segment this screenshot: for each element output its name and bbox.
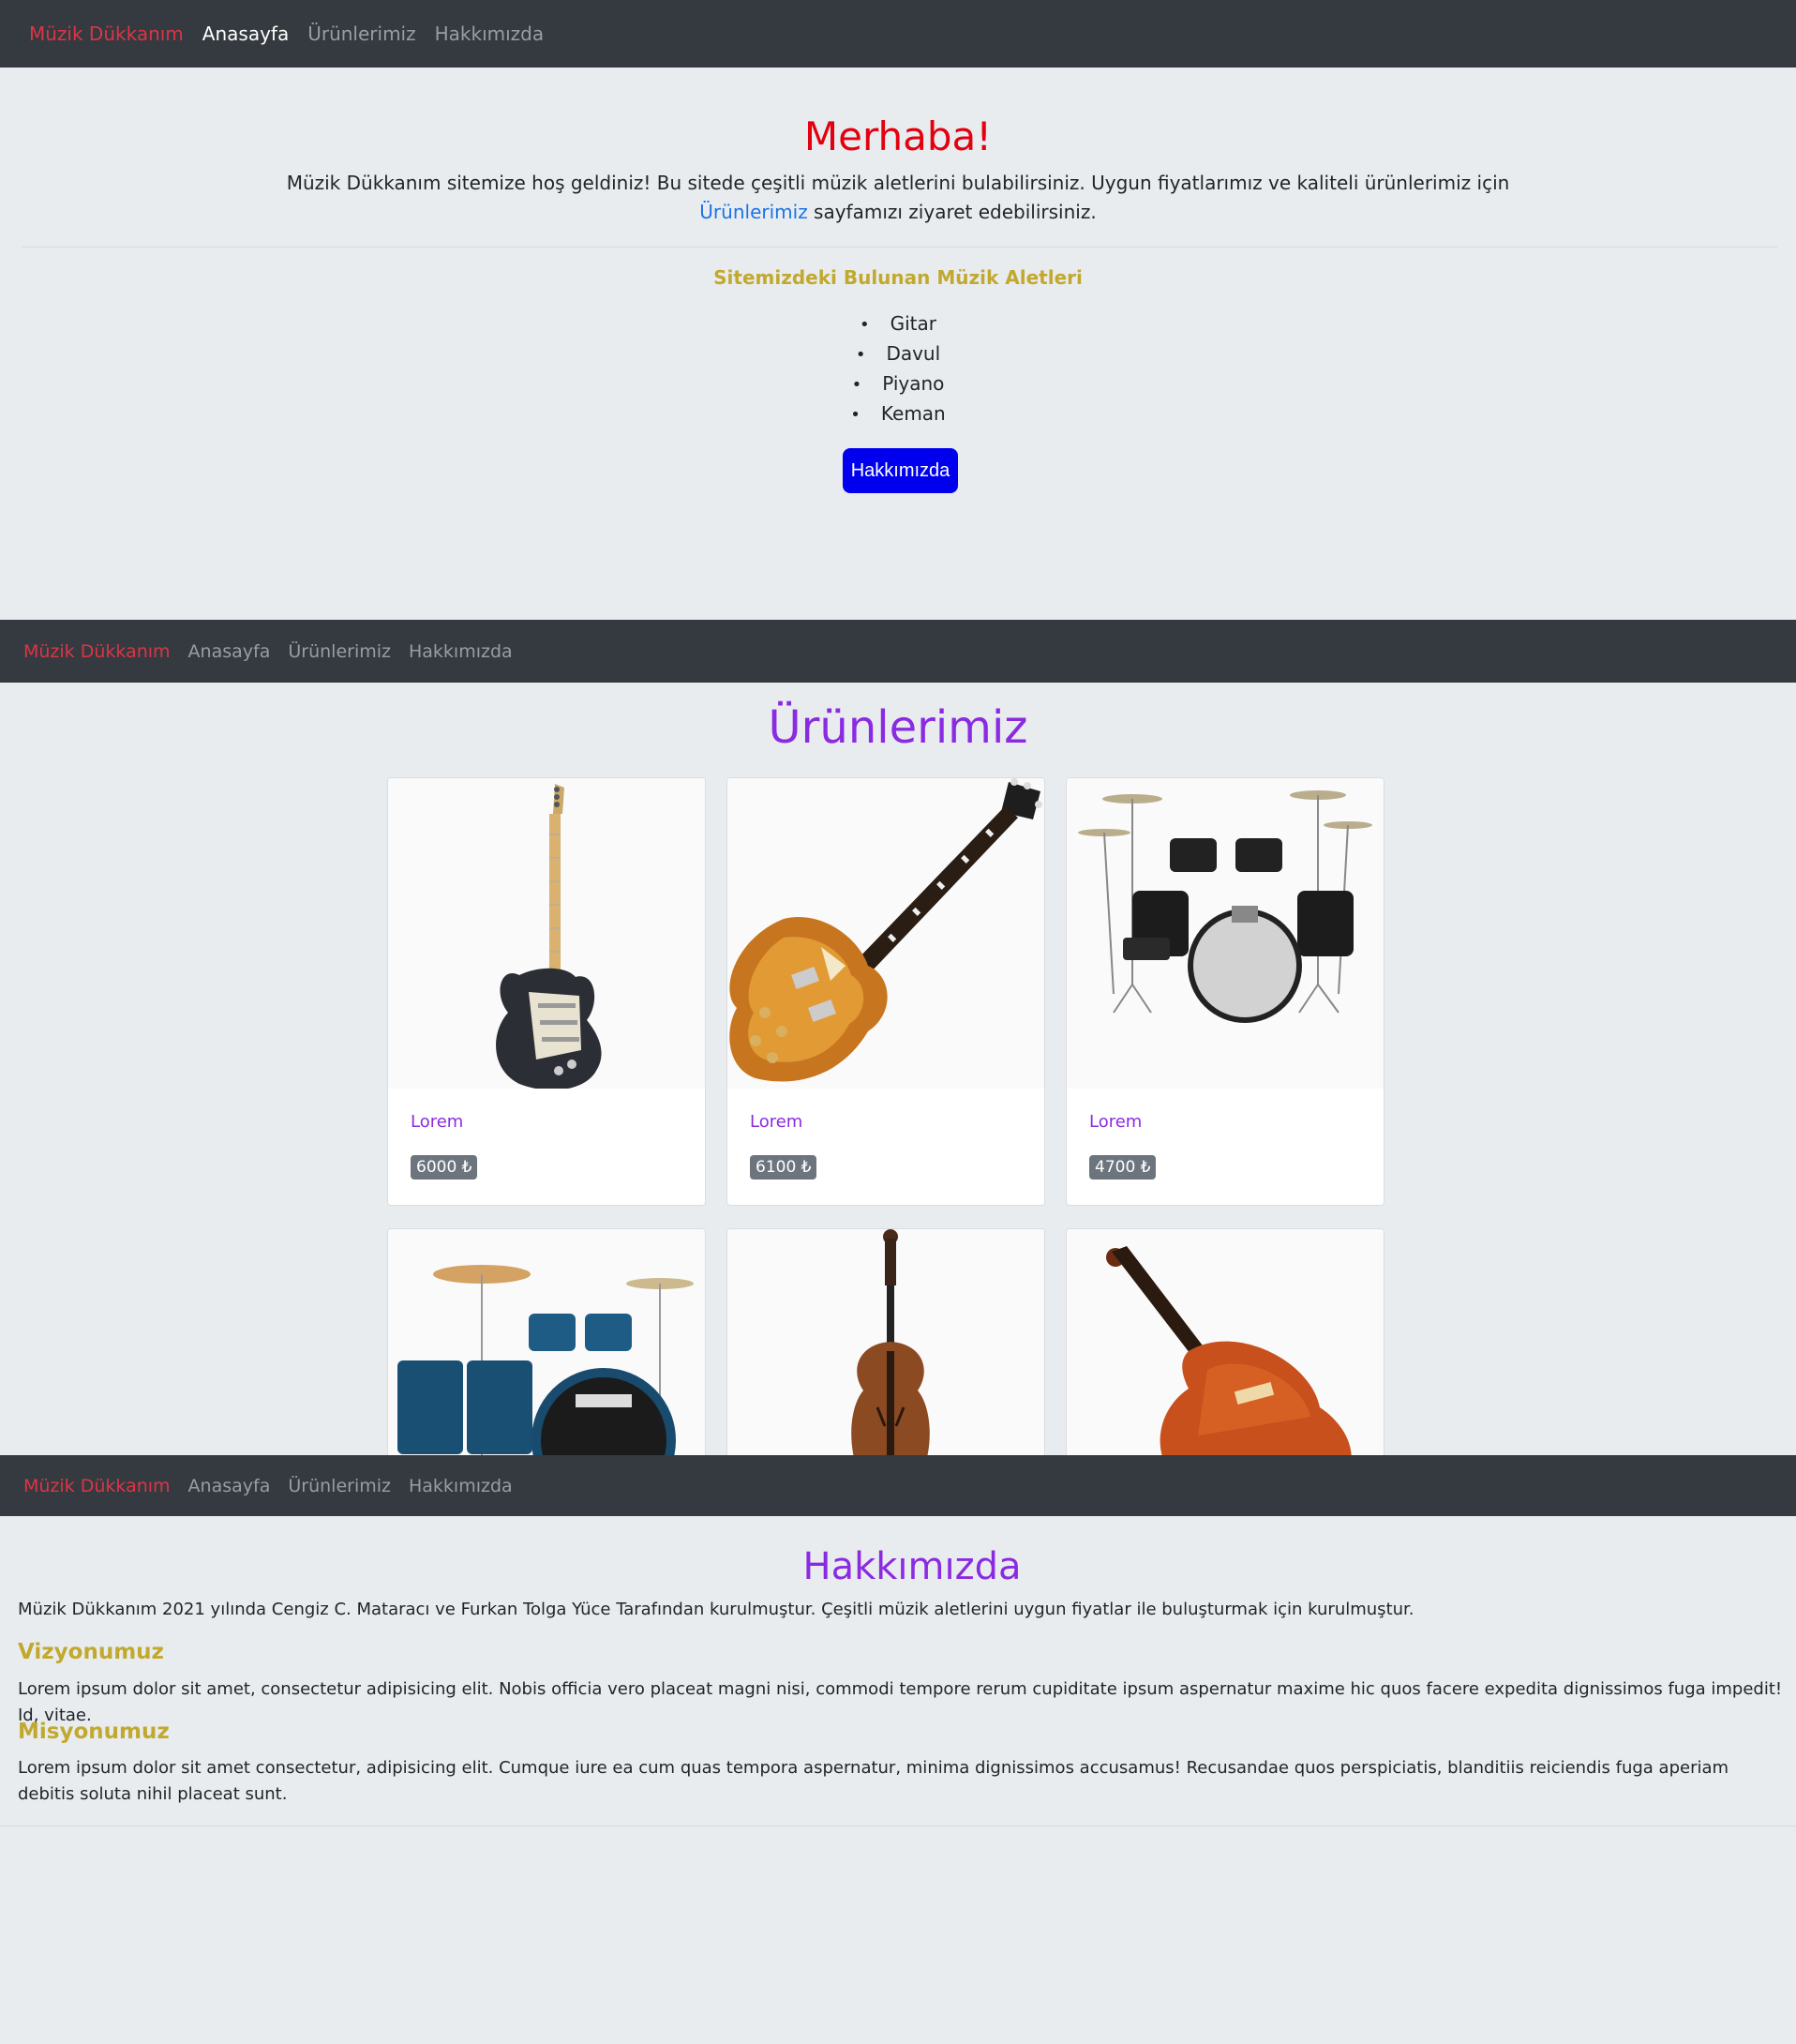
product-card[interactable]: [1066, 1228, 1384, 1472]
product-name: Lorem: [411, 1112, 464, 1132]
mission-text: Lorem ipsum dolor sit amet consectetur, …: [18, 1758, 1729, 1804]
vision-text: Lorem ipsum dolor sit amet, consectetur …: [18, 1679, 1783, 1725]
nav-link-about[interactable]: Hakkımızda: [435, 23, 545, 45]
list-item: Gitar: [0, 309, 1796, 339]
products-navbar: Müzik Dükkanım Anasayfa Ürünlerimiz Hakk…: [0, 620, 1796, 683]
product-name: Lorem: [750, 1112, 803, 1132]
about-button[interactable]: Hakkımızda: [843, 448, 958, 493]
hero-products-link[interactable]: Ürünlerimiz: [699, 201, 807, 223]
price-badge: 6100 ₺: [750, 1155, 817, 1180]
brand-link[interactable]: Müzik Dükkanım: [29, 23, 184, 45]
nav-link-about[interactable]: Hakkımızda: [409, 1476, 513, 1496]
nav-link-about[interactable]: Hakkımızda: [409, 641, 513, 662]
brand-link[interactable]: Müzik Dükkanım: [23, 1476, 171, 1496]
brand-link[interactable]: Müzik Dükkanım: [23, 641, 171, 662]
divider: [22, 247, 1777, 248]
nav-link-home[interactable]: Anasayfa: [188, 1476, 271, 1496]
about-intro: Müzik Dükkanım 2021 yılında Cengiz C. Ma…: [18, 1600, 1414, 1619]
products-title: Ürünlerimiz: [768, 701, 1028, 754]
violin-closeup-image: [1067, 1229, 1384, 1471]
product-card[interactable]: [387, 1228, 706, 1472]
nav-link-products[interactable]: Ürünlerimiz: [288, 1476, 391, 1496]
top-navbar: Müzik Dükkanım Anasayfa Ürünlerimiz Hakk…: [0, 0, 1796, 68]
nav-link-products[interactable]: Ürünlerimiz: [307, 23, 415, 45]
drum-kit-image: [1067, 778, 1384, 1089]
hero-title: Merhaba!: [803, 113, 993, 159]
product-card[interactable]: [726, 1228, 1045, 1472]
tama-drum-kit-image: [388, 1229, 705, 1471]
nav-link-home[interactable]: Anasayfa: [188, 641, 271, 662]
about-navbar: Müzik Dükkanım Anasayfa Ürünlerimiz Hakk…: [0, 1455, 1796, 1516]
instruments-list: Gitar Davul Piyano Keman: [0, 309, 1796, 429]
price-badge: 4700 ₺: [1089, 1155, 1157, 1180]
nav-link-home[interactable]: Anasayfa: [202, 23, 289, 45]
mission-heading: Misyonumuz: [18, 1720, 170, 1744]
instruments-subheading: Sitemizdeki Bulunan Müzik Aletleri: [713, 266, 1083, 289]
product-name: Lorem: [1089, 1112, 1143, 1132]
violin-image: [727, 1229, 1044, 1471]
hero-text: Müzik Dükkanım sitemize hoş geldiniz! Bu…: [281, 169, 1515, 227]
product-card[interactable]: Lorem 6000 ₺: [387, 777, 706, 1206]
electric-guitar-image: [388, 778, 705, 1089]
les-paul-guitar-image: [727, 778, 1044, 1089]
about-title: Hakkımızda: [802, 1545, 1022, 1588]
vision-heading: Vizyonumuz: [18, 1640, 164, 1664]
price-badge: 6000 ₺: [411, 1155, 478, 1180]
product-card[interactable]: Lorem 6100 ₺: [726, 777, 1045, 1206]
hero-text-before: Müzik Dükkanım sitemize hoş geldiniz! Bu…: [286, 172, 1510, 194]
list-item: Piyano: [0, 369, 1796, 399]
product-card[interactable]: Lorem 4700 ₺: [1066, 777, 1384, 1206]
hero-text-after: sayfamızı ziyaret edebilirsiniz.: [807, 201, 1097, 223]
list-item: Keman: [0, 399, 1796, 429]
list-item: Davul: [0, 339, 1796, 369]
nav-link-products[interactable]: Ürünlerimiz: [288, 641, 391, 662]
